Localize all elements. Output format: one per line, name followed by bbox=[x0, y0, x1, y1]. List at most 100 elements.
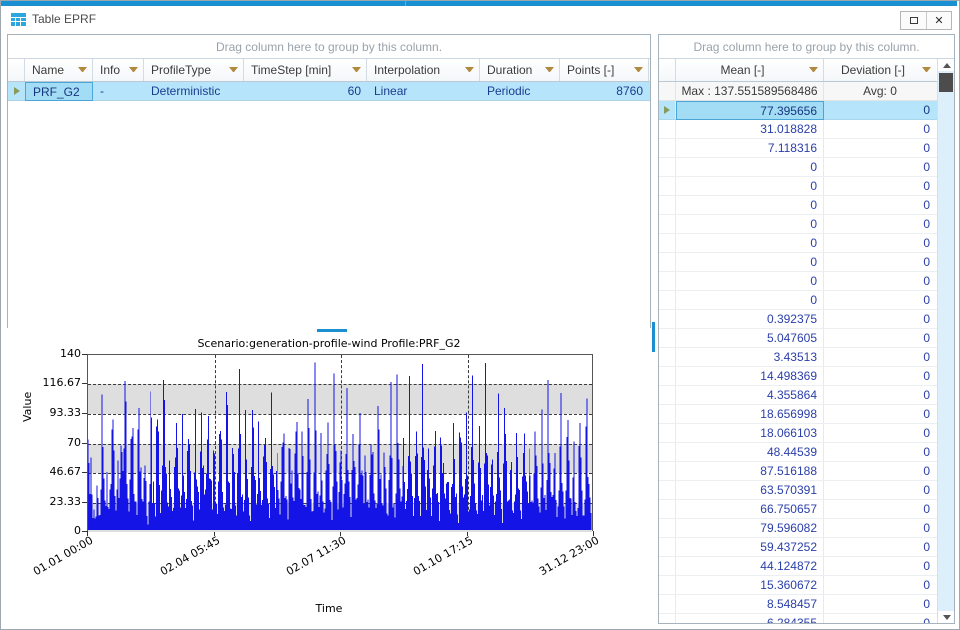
cell-deviation[interactable]: 0 bbox=[824, 101, 936, 119]
table-row[interactable]: 00 bbox=[659, 272, 954, 291]
cell-deviation[interactable]: 0 bbox=[824, 215, 936, 233]
cell-deviation[interactable]: 0 bbox=[824, 272, 936, 290]
cell-deviation[interactable]: 0 bbox=[824, 462, 936, 480]
cell-deviation[interactable]: 0 bbox=[824, 329, 936, 347]
table-row[interactable]: 18.656998 0 bbox=[659, 405, 954, 424]
column-header-name[interactable]: Name bbox=[25, 59, 93, 81]
table-row[interactable]: 63.570391 0 bbox=[659, 481, 954, 500]
table-row[interactable]: 0.392375 0 bbox=[659, 310, 954, 329]
cell-deviation[interactable]: 0 bbox=[824, 386, 936, 404]
cell-mean[interactable]: 15.360672 bbox=[676, 576, 824, 594]
cell-deviation[interactable]: 0 bbox=[824, 424, 936, 442]
scroll-down-button[interactable] bbox=[938, 611, 954, 623]
table-row[interactable]: 3.43513 0 bbox=[659, 348, 954, 367]
cell-mean[interactable]: 87.516188 bbox=[676, 462, 824, 480]
cell-mean[interactable]: 0.392375 bbox=[676, 310, 824, 328]
scroll-up-button[interactable] bbox=[938, 59, 954, 71]
cell-deviation[interactable]: 0 bbox=[824, 177, 936, 195]
table-row[interactable]: 59.437252 0 bbox=[659, 538, 954, 557]
filter-icon[interactable] bbox=[808, 65, 819, 76]
cell-mean[interactable]: 63.570391 bbox=[676, 481, 824, 499]
cell-deviation[interactable]: 0 bbox=[824, 614, 936, 623]
table-row[interactable]: 77.395656 0 bbox=[659, 101, 954, 120]
cell-deviation[interactable]: 0 bbox=[824, 291, 936, 309]
table-row[interactable]: PRF_G2- Deterministic 60 Linear Periodic 8760 bbox=[8, 82, 650, 101]
vertical-splitter-grip[interactable] bbox=[652, 322, 655, 352]
close-button[interactable]: ✕ bbox=[926, 12, 951, 29]
cell-interpolation[interactable]: Linear bbox=[367, 82, 480, 100]
column-header-profiletype[interactable]: ProfileType bbox=[144, 59, 244, 81]
cell-mean[interactable]: 0 bbox=[676, 253, 824, 271]
cell-mean[interactable]: 44.124872 bbox=[676, 557, 824, 575]
table-row[interactable]: 14.498369 0 bbox=[659, 367, 954, 386]
table-row[interactable]: 00 bbox=[659, 177, 954, 196]
column-header-duration[interactable]: Duration bbox=[480, 59, 560, 81]
cell-timestep-min[interactable]: 60 bbox=[244, 82, 367, 100]
cell-deviation[interactable]: 0 bbox=[824, 538, 936, 556]
filter-icon[interactable] bbox=[633, 65, 644, 76]
cell-deviation[interactable]: 0 bbox=[824, 443, 936, 461]
cell-deviation[interactable]: 0 bbox=[824, 348, 936, 366]
cell-deviation[interactable]: 0 bbox=[824, 500, 936, 518]
cell-deviation[interactable]: 0 bbox=[824, 139, 936, 157]
horizontal-splitter-grip[interactable] bbox=[317, 329, 347, 332]
cell-mean[interactable]: 77.395656 bbox=[676, 101, 824, 120]
cell-mean[interactable]: 6.284355 bbox=[676, 614, 824, 623]
table-row[interactable]: 18.066103 0 bbox=[659, 424, 954, 443]
left-group-drop-area[interactable]: Drag column here to group by this column… bbox=[8, 35, 650, 59]
cell-mean[interactable]: 0 bbox=[676, 177, 824, 195]
cell-duration[interactable]: Periodic bbox=[480, 82, 560, 100]
cell-deviation[interactable]: 0 bbox=[824, 576, 936, 594]
filter-icon[interactable] bbox=[228, 65, 239, 76]
cell-deviation[interactable]: 0 bbox=[824, 519, 936, 537]
filter-icon[interactable] bbox=[464, 65, 475, 76]
cell-deviation[interactable]: 0 bbox=[824, 158, 936, 176]
table-row[interactable]: 00 bbox=[659, 291, 954, 310]
table-row[interactable]: 66.750657 0 bbox=[659, 500, 954, 519]
cell-deviation[interactable]: 0 bbox=[824, 234, 936, 252]
values-vertical-scrollbar[interactable] bbox=[937, 59, 954, 623]
column-header-info[interactable]: Info bbox=[93, 59, 144, 81]
filter-icon[interactable] bbox=[351, 65, 362, 76]
restore-button[interactable] bbox=[901, 12, 926, 29]
cell-mean[interactable]: 0 bbox=[676, 196, 824, 214]
cell-mean[interactable]: 8.548457 bbox=[676, 595, 824, 613]
cell-mean[interactable]: 5.047605 bbox=[676, 329, 824, 347]
cell-mean[interactable]: 4.355864 bbox=[676, 386, 824, 404]
column-header-deviation[interactable]: Deviation [-] bbox=[824, 59, 936, 81]
table-row[interactable]: 4.355864 0 bbox=[659, 386, 954, 405]
cell-mean[interactable]: 3.43513 bbox=[676, 348, 824, 366]
table-row[interactable]: 8.548457 0 bbox=[659, 595, 954, 614]
scrollbar-track[interactable] bbox=[938, 71, 954, 611]
cell-mean[interactable]: 7.118316 bbox=[676, 139, 824, 157]
cell-deviation[interactable]: 0 bbox=[824, 196, 936, 214]
cell-name[interactable]: PRF_G2 bbox=[25, 82, 93, 101]
filter-icon[interactable] bbox=[921, 65, 932, 76]
column-header-points[interactable]: Points [-] bbox=[560, 59, 649, 81]
cell-points[interactable]: 8760 bbox=[560, 82, 649, 100]
cell-mean[interactable]: 0 bbox=[676, 272, 824, 290]
cell-deviation[interactable]: 0 bbox=[824, 481, 936, 499]
column-header-mean[interactable]: Mean [-] bbox=[676, 59, 824, 81]
table-row[interactable]: 31.018828 0 bbox=[659, 120, 954, 139]
table-row[interactable]: 15.360672 0 bbox=[659, 576, 954, 595]
table-row[interactable]: 48.44539 0 bbox=[659, 443, 954, 462]
cell-profiletype[interactable]: Deterministic bbox=[144, 82, 244, 100]
vertical-splitter[interactable] bbox=[651, 34, 657, 624]
table-row[interactable]: 5.047605 0 bbox=[659, 329, 954, 348]
table-row[interactable]: 87.516188 0 bbox=[659, 462, 954, 481]
filter-icon[interactable] bbox=[544, 65, 555, 76]
table-row[interactable]: 7.118316 0 bbox=[659, 139, 954, 158]
filter-icon[interactable] bbox=[77, 65, 88, 76]
table-row[interactable]: 00 bbox=[659, 196, 954, 215]
cell-deviation[interactable]: 0 bbox=[824, 253, 936, 271]
cell-mean[interactable]: 0 bbox=[676, 215, 824, 233]
column-header-interpolation[interactable]: Interpolation bbox=[367, 59, 480, 81]
cell-mean[interactable]: 14.498369 bbox=[676, 367, 824, 385]
cell-deviation[interactable]: 0 bbox=[824, 367, 936, 385]
cell-mean[interactable]: 0 bbox=[676, 158, 824, 176]
cell-mean[interactable]: 79.596082 bbox=[676, 519, 824, 537]
cell-mean[interactable]: 48.44539 bbox=[676, 443, 824, 461]
cell-deviation[interactable]: 0 bbox=[824, 120, 936, 138]
cell-mean[interactable]: 0 bbox=[676, 234, 824, 252]
